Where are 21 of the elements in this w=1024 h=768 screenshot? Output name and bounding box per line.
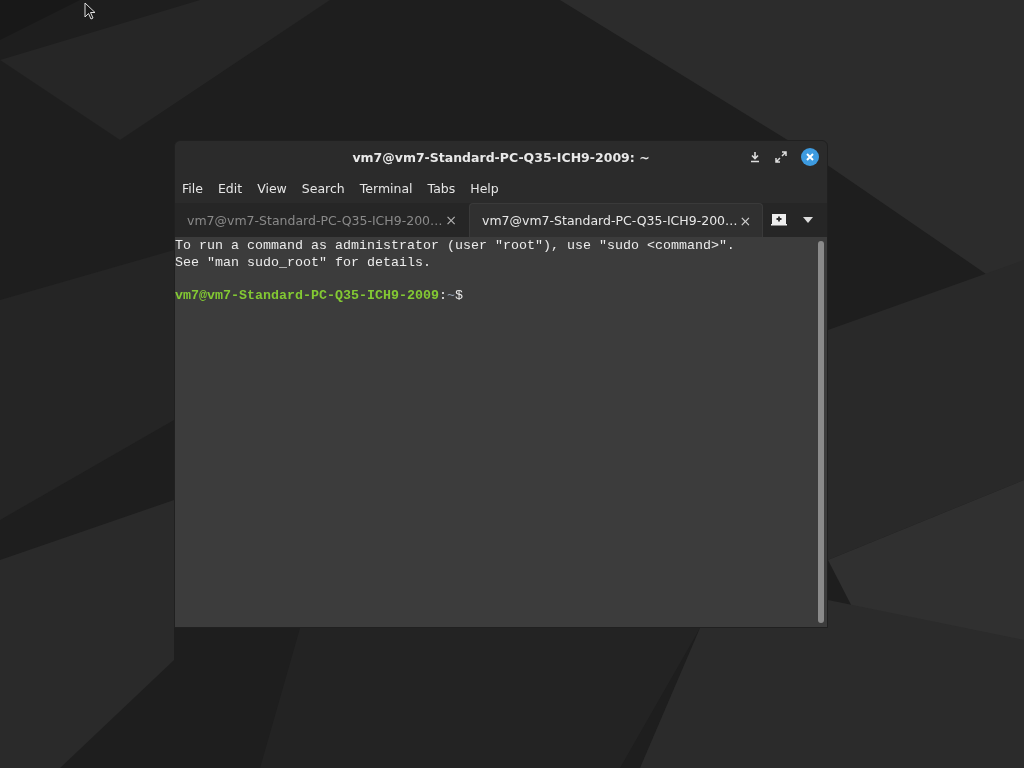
menu-item[interactable]: Help xyxy=(463,180,507,196)
window-title: vm7@vm7-Standard-PC-Q35-ICH9-2009: ~ xyxy=(351,149,651,165)
mouse-pointer-icon xyxy=(84,2,96,20)
close-tab-button[interactable]: × xyxy=(737,212,754,229)
tab[interactable]: vm7@vm7-Standard-PC-Q35-ICH9-200…× xyxy=(469,203,763,237)
close-icon[interactable] xyxy=(801,148,819,166)
menu-item[interactable]: Edit xyxy=(210,180,251,196)
menu-item[interactable]: Tabs xyxy=(420,180,464,196)
scrollbar[interactable] xyxy=(818,241,824,623)
tab[interactable]: vm7@vm7-Standard-PC-Q35-ICH9-200… × xyxy=(175,203,469,237)
terminal-output-line: See "man sudo_root" for details. xyxy=(175,254,432,271)
menu-item[interactable]: Terminal xyxy=(352,180,421,196)
maximize-icon[interactable] xyxy=(775,151,787,163)
menu-item[interactable]: View xyxy=(250,180,295,196)
shell-prompt: vm7@vm7-Standard-PC-Q35-ICH9-2009:~$ xyxy=(175,287,464,304)
new-tab-icon[interactable] xyxy=(771,214,787,226)
menu-item[interactable]: Search xyxy=(294,180,353,196)
terminal-output-line: To run a command as administrator (user "root"), use "sudo <command>". xyxy=(175,238,736,255)
caret-icon[interactable] xyxy=(803,217,813,223)
close-tab-button[interactable]: × xyxy=(443,212,459,228)
menu-item[interactable]: File xyxy=(175,180,211,196)
